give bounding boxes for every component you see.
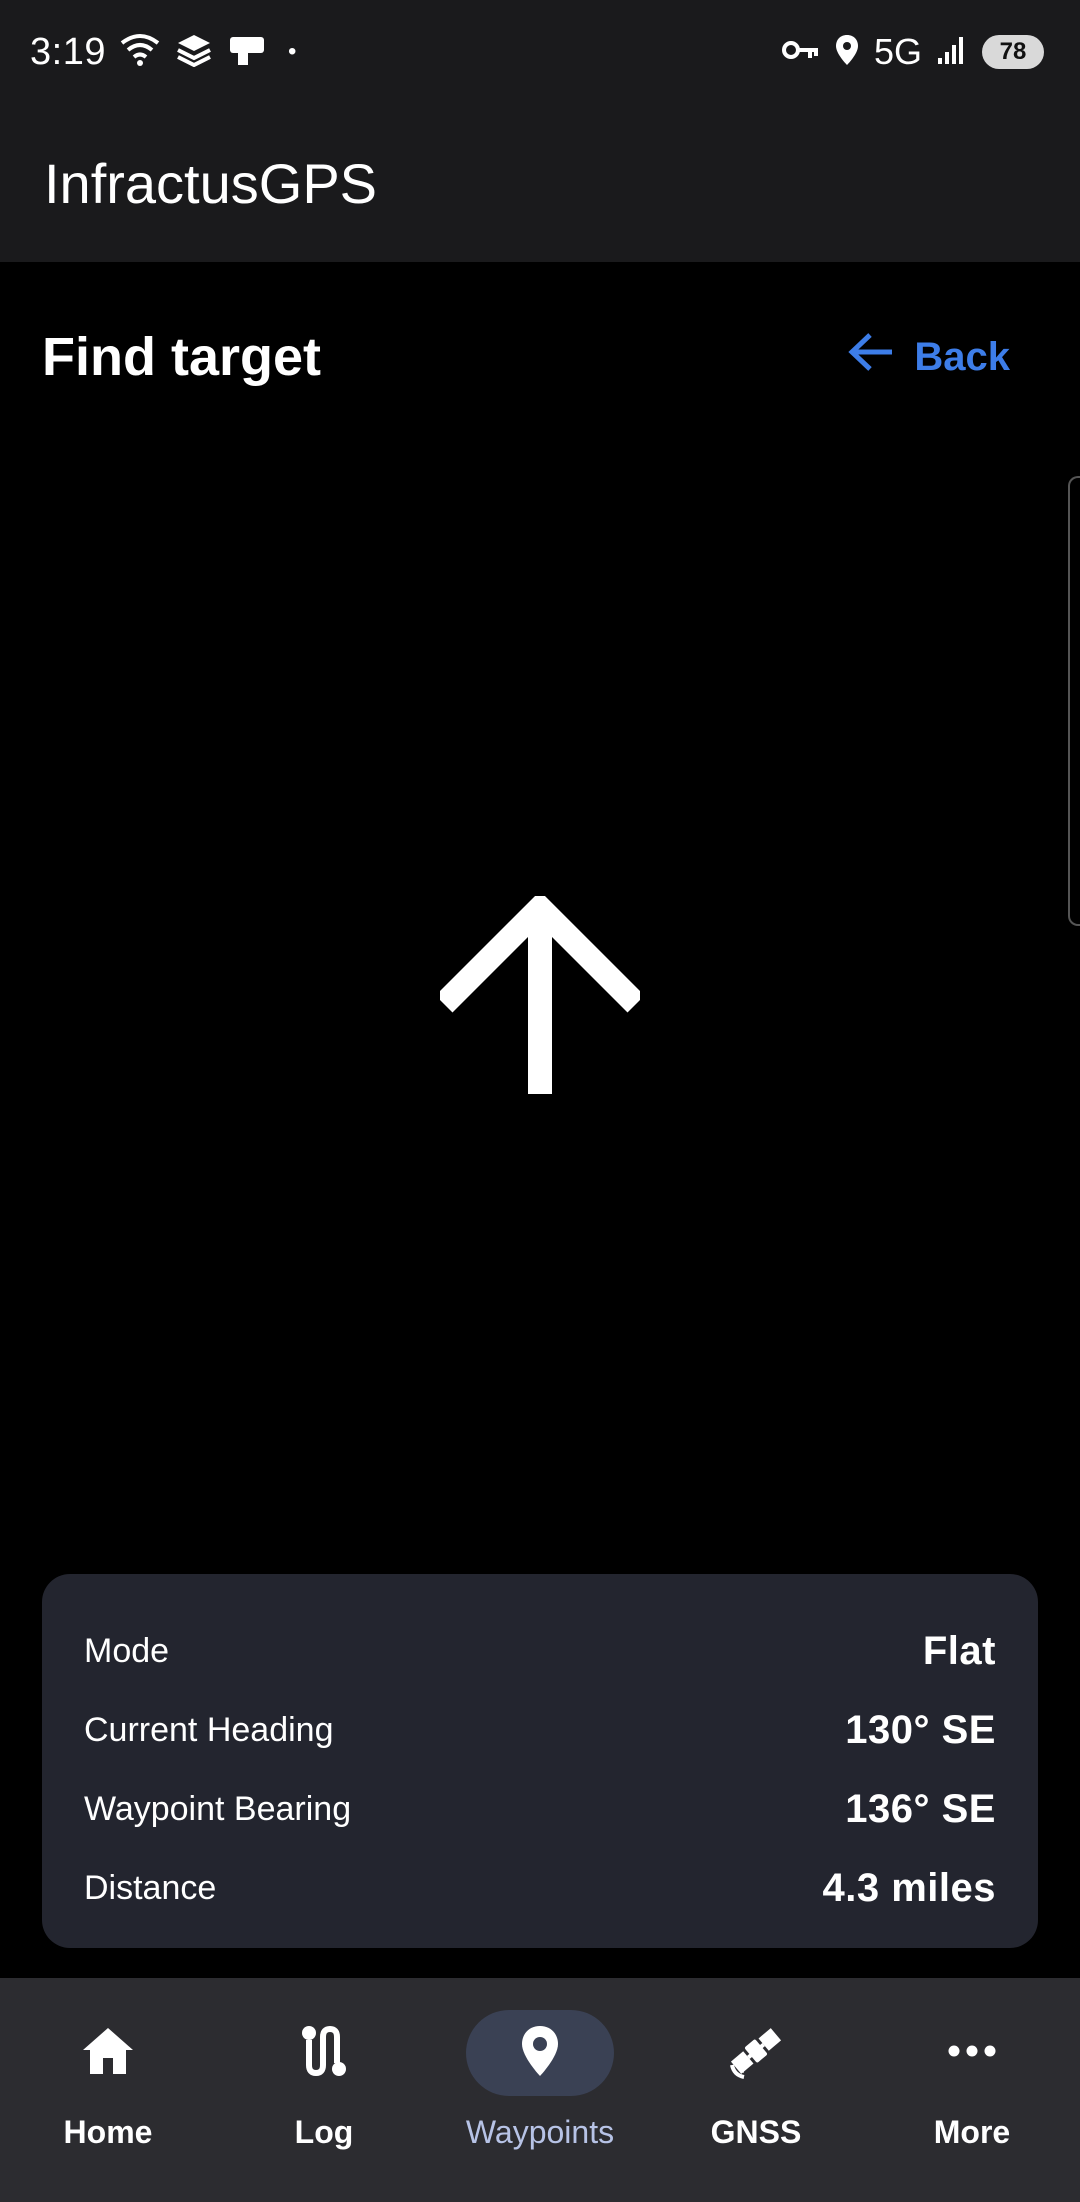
- arrow-back-icon: [848, 332, 894, 382]
- nav-icon-container: [250, 2010, 398, 2096]
- info-value: 4.3 miles: [822, 1866, 996, 1910]
- more-dots-icon: [947, 2044, 997, 2063]
- info-label: Waypoint Bearing: [84, 1790, 352, 1828]
- info-row-mode: Mode Flat: [84, 1612, 996, 1691]
- nav-item-gnss[interactable]: GNSS: [656, 2010, 856, 2151]
- nav-item-more[interactable]: More: [872, 2010, 1072, 2151]
- status-right: 5G 78: [781, 31, 1044, 73]
- info-value: 130° SE: [845, 1708, 996, 1752]
- info-label: Distance: [84, 1869, 217, 1907]
- back-label: Back: [914, 334, 1010, 379]
- vpn-key-icon: [781, 38, 820, 67]
- nav-label: Log: [294, 2114, 354, 2150]
- notification-icon-device: [228, 33, 266, 72]
- notification-icon-stack: [174, 33, 214, 72]
- nav-item-home[interactable]: Home: [8, 2010, 208, 2151]
- nav-label: GNSS: [710, 2114, 802, 2150]
- signal-icon: [936, 34, 968, 71]
- wifi-icon: [120, 33, 160, 72]
- info-row-waypoint-bearing: Waypoint Bearing 136° SE: [84, 1770, 996, 1849]
- battery-indicator: 78: [982, 35, 1044, 69]
- status-time: 3:19: [30, 30, 106, 73]
- nav-label: Home: [63, 2114, 153, 2150]
- main-content: Find target Back Mode Flat Current Headi…: [0, 262, 1080, 1978]
- nav-icon-container: [898, 2010, 1046, 2096]
- nav-label: Waypoints: [465, 2114, 615, 2150]
- nav-icon-container: [34, 2010, 182, 2096]
- page-title: Find target: [42, 327, 321, 387]
- nav-item-waypoints[interactable]: Waypoints: [440, 2010, 640, 2151]
- info-label: Mode: [84, 1632, 170, 1670]
- target-info-card: Mode Flat Current Heading 130° SE Waypoi…: [42, 1574, 1038, 1948]
- home-icon: [81, 2026, 135, 2081]
- gesture-area: [0, 2188, 1080, 2202]
- info-row-current-heading: Current Heading 130° SE: [84, 1691, 996, 1770]
- page-header: Find target Back: [0, 262, 1080, 452]
- status-dot: •: [287, 38, 297, 65]
- bottom-navigation: Home Log Waypoints GNSS More: [0, 1978, 1080, 2188]
- route-icon: [299, 2023, 349, 2084]
- scroll-handle[interactable]: [1068, 476, 1080, 926]
- location-icon: [834, 33, 860, 72]
- app-title: InfractusGPS: [44, 151, 378, 215]
- direction-arrow-icon: [435, 891, 645, 1096]
- info-label: Current Heading: [84, 1711, 334, 1749]
- location-pin-icon: [520, 2024, 560, 2083]
- app-bar: InfractusGPS: [0, 104, 1080, 262]
- nav-item-log[interactable]: Log: [224, 2010, 424, 2151]
- network-type: 5G: [873, 31, 922, 72]
- status-bar: 3:19 • 5G 78: [0, 0, 1080, 104]
- nav-label: More: [933, 2114, 1011, 2150]
- info-value: Flat: [922, 1629, 996, 1673]
- status-left: 3:19 •: [30, 31, 296, 74]
- info-value: 136° SE: [845, 1787, 996, 1831]
- info-row-distance: Distance 4.3 miles: [84, 1849, 996, 1928]
- nav-icon-container: [466, 2010, 614, 2096]
- back-button[interactable]: Back: [848, 332, 1010, 382]
- nav-icon-container: [682, 2010, 830, 2096]
- satellite-icon: [726, 2021, 786, 2086]
